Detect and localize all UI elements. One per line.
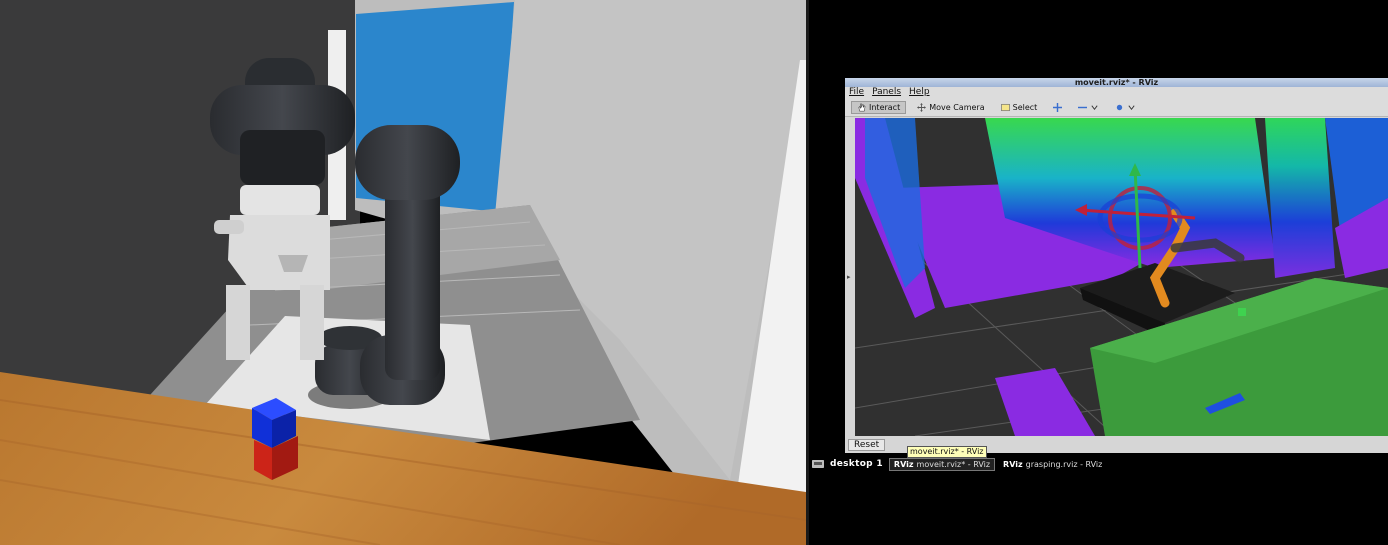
interact-tool-button[interactable]: Interact [851, 100, 907, 114]
desktop-switcher[interactable]: desktop 1 [812, 459, 883, 469]
desktop-label: desktop 1 [830, 459, 883, 469]
gazebo-simulation-view[interactable] [0, 0, 806, 545]
crosshair-plus-icon [1053, 102, 1063, 112]
select-tool-button[interactable]: Select [996, 102, 1043, 113]
menu-bar: File Panels Help [845, 87, 1388, 98]
eye-icon [1117, 104, 1123, 110]
tool-bar: Interact Move Camera Select [845, 98, 1388, 117]
rviz-3d-viewport[interactable] [855, 118, 1388, 436]
chevron-down-icon [1128, 104, 1135, 110]
rviz-app-icon: RViz [893, 459, 914, 469]
rviz-app-icon: RViz [1003, 459, 1023, 469]
task-label: grasping.rviz - RViz [1025, 459, 1103, 469]
simulation-scene [0, 0, 806, 545]
move-camera-icon [917, 102, 927, 112]
task-grasping-rviz[interactable]: RViz grasping.rviz - RViz [999, 459, 1106, 470]
screen-divider [806, 0, 809, 545]
window-title: moveit.rviz* - RViz [845, 78, 1388, 87]
hand-icon [858, 103, 866, 111]
add-tool-button[interactable] [1048, 102, 1067, 113]
collapse-panel-arrow[interactable]: ▸ [847, 273, 851, 281]
minus-icon [1078, 106, 1088, 108]
chevron-down-icon [1091, 104, 1098, 110]
viewport-scene [855, 118, 1388, 436]
move-camera-label: Move Camera [929, 102, 985, 112]
interact-label: Interact [869, 102, 901, 112]
monitor-icon [812, 459, 824, 468]
select-icon [1000, 103, 1010, 111]
menu-panels[interactable]: Panels [872, 87, 901, 98]
view-tool-button[interactable] [1110, 102, 1141, 113]
remove-tool-button[interactable] [1073, 102, 1104, 113]
taskbar: desktop 1 RViz moveit.rviz* - RViz RViz … [812, 457, 1110, 471]
task-moveit-rviz[interactable]: RViz moveit.rviz* - RViz [888, 457, 996, 471]
select-label: Select [1012, 102, 1038, 112]
reset-button[interactable]: Reset [848, 439, 886, 451]
rviz-window[interactable]: moveit.rviz* - RViz File Panels Help Int… [845, 78, 1388, 453]
move-camera-tool-button[interactable]: Move Camera [912, 102, 989, 113]
menu-file[interactable]: File [849, 87, 864, 98]
menu-help[interactable]: Help [909, 87, 930, 98]
task-label: moveit.rviz* - RViz [916, 459, 991, 469]
